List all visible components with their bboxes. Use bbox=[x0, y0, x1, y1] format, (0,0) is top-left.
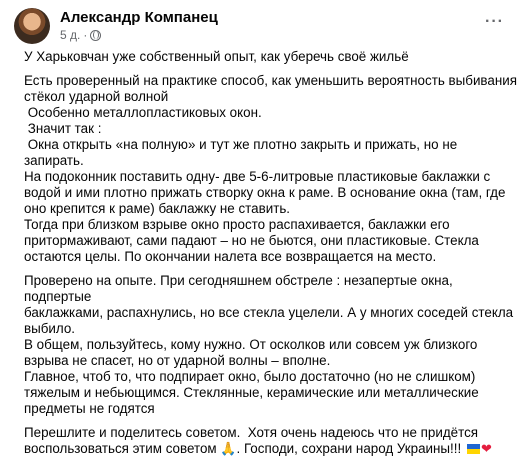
red-heart-icon: ❤ bbox=[480, 441, 492, 456]
post-header: Александр Компанец 5 д. · bbox=[14, 8, 218, 44]
author-avatar[interactable] bbox=[14, 8, 50, 44]
post-text-line: предметы не годятся bbox=[24, 401, 155, 416]
post-text-line: Есть проверенный на практике способ, как… bbox=[24, 73, 517, 88]
post-text-line: Проверено на опыте. При сегодняшнем обст… bbox=[24, 273, 457, 304]
post-text-line: водой и ими плотно прижать створку окна … bbox=[24, 185, 506, 200]
facebook-post: Александр Компанец 5 д. · ··· У Харьковч… bbox=[0, 0, 526, 461]
post-text-segment: . Господи, сохрани народ Украины!!! bbox=[236, 441, 465, 456]
post-text-line: тяжелым и небьющимся. Стеклянные, керами… bbox=[24, 385, 479, 400]
post-text-line: Окна открыть «на полную» и тут же плотно… bbox=[24, 137, 461, 168]
post-text-line: притормаживают, сами падают – но не бьют… bbox=[24, 233, 479, 248]
post-text-line: Главное, чтоб то, что подпирает окно, бы… bbox=[24, 369, 476, 384]
post-text-line: В общем, пользуйтесь, кому нужно. От оск… bbox=[24, 337, 478, 352]
post-text-line: Тогда при близком взрыве окно просто рас… bbox=[24, 217, 450, 232]
post-text-line: стёкол ударной волной bbox=[24, 89, 169, 104]
post-text-line: оно крепится к раме) баклажку не ставить… bbox=[24, 201, 291, 216]
post-text-line: Значит так : bbox=[24, 121, 102, 136]
post-body: У Харьковчан уже собственный опыт, как у… bbox=[24, 49, 520, 457]
post-timestamp[interactable]: 5 д. bbox=[60, 28, 80, 43]
separator-dot: · bbox=[83, 28, 88, 42]
post-text-line: На подоконник поставить одну- две 5-6-ли… bbox=[24, 169, 491, 184]
post-text-line: выбило. bbox=[24, 321, 76, 336]
author-name[interactable]: Александр Компанец bbox=[60, 9, 218, 27]
post-text-segment: воспользоваться этим советом bbox=[24, 441, 221, 456]
post-text-last-line: воспользоваться этим советом 🙏. Господи,… bbox=[24, 441, 520, 457]
post-meta: Александр Компанец 5 д. · bbox=[60, 9, 218, 43]
post-text-line: У Харьковчан уже собственный опыт, как у… bbox=[24, 49, 409, 64]
post-text-line: взрыва не спасет, но от ударной волны – … bbox=[24, 353, 331, 368]
post-text-line: остаются целы. По окончании налета все в… bbox=[24, 249, 437, 264]
ukraine-flag-icon bbox=[466, 444, 480, 454]
more-options-icon[interactable]: ··· bbox=[485, 14, 504, 30]
globe-icon bbox=[90, 30, 102, 41]
praying-hands-emoji-icon: 🙏 bbox=[220, 441, 237, 456]
post-text-line: Особенно металлопластиковых окон. bbox=[24, 105, 262, 120]
post-text-line: Перешлите и поделитесь советом. Хотя оче… bbox=[24, 425, 479, 440]
post-text-line: баклажками, распахнулись, но все стекла … bbox=[24, 305, 514, 320]
post-subline: 5 д. · bbox=[60, 28, 218, 43]
